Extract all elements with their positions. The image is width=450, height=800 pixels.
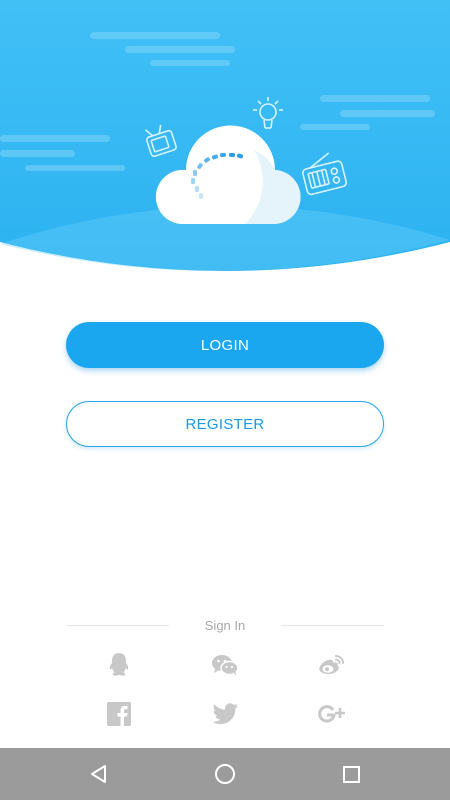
- twitter-icon[interactable]: [210, 699, 240, 729]
- divider-line-left: [66, 624, 169, 626]
- android-nav-bar: [0, 748, 450, 800]
- qq-icon[interactable]: [104, 650, 134, 680]
- register-button[interactable]: REGISTER: [66, 401, 384, 447]
- home-circle-icon[interactable]: [211, 760, 239, 788]
- google-plus-icon[interactable]: [316, 699, 346, 729]
- sign-in-divider: Sign In: [66, 616, 385, 634]
- wechat-icon[interactable]: [210, 650, 240, 680]
- facebook-icon[interactable]: [104, 699, 134, 729]
- sign-in-label: Sign In: [204, 617, 246, 633]
- recents-square-icon[interactable]: [337, 760, 365, 788]
- back-triangle-icon[interactable]: [85, 760, 113, 788]
- login-button[interactable]: LOGIN: [66, 322, 384, 368]
- divider-line-right: [281, 624, 385, 626]
- header-illustration: [0, 0, 450, 280]
- weibo-icon[interactable]: [316, 650, 346, 680]
